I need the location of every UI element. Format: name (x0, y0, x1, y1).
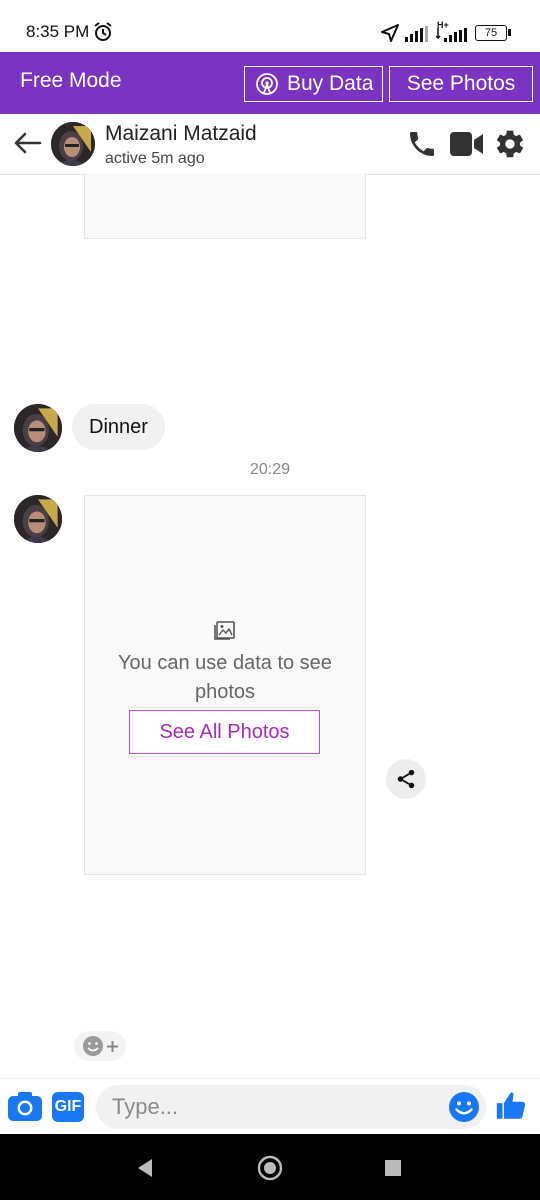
photo-placeholder-card[interactable] (84, 173, 366, 239)
contact-avatar[interactable] (51, 122, 95, 166)
signal-2-icon (435, 28, 468, 47)
status-bar: 8:35 PM H+ 75 (0, 0, 540, 52)
share-button[interactable] (386, 759, 426, 799)
sender-avatar[interactable] (14, 495, 62, 543)
message-timestamp: 20:29 (249, 461, 291, 478)
message-list: Dinner 20:29 You can use data to see pho… (0, 173, 540, 1078)
location-arrow-icon (380, 23, 400, 48)
chat-header: Maizani Matzaid active 5m ago (0, 114, 540, 175)
alarm-icon (93, 22, 113, 47)
see-photos-label: See Photos (406, 72, 516, 95)
system-navigation-bar (0, 1134, 540, 1200)
gif-button[interactable]: GIF (52, 1092, 84, 1122)
battery-icon: 75 (475, 25, 507, 41)
photo-data-notice: You can use data to see photos (118, 652, 332, 703)
battery-level: 75 (484, 27, 498, 39)
signal-1-icon (405, 26, 429, 47)
thumbs-up-icon[interactable] (494, 1088, 528, 1129)
settings-gear-icon[interactable] (494, 128, 526, 165)
image-placeholder-icon (213, 619, 237, 646)
contact-status: active 5m ago (105, 150, 205, 167)
see-all-photos-label: See All Photos (159, 720, 290, 743)
status-time: 8:35 PM (26, 22, 90, 41)
free-mode-banner: Free Mode Buy Data See Photos (0, 52, 540, 114)
share-icon (395, 768, 417, 790)
nav-recents-icon[interactable] (384, 1159, 402, 1182)
emoji-picker-icon[interactable] (448, 1091, 480, 1128)
nav-back-icon[interactable] (136, 1158, 154, 1183)
gif-label: GIF (54, 1098, 82, 1115)
buy-data-button[interactable]: Buy Data (244, 66, 383, 102)
battery-tip (508, 29, 511, 36)
photo-placeholder-card[interactable]: You can use data to see photos See All P… (84, 495, 366, 875)
broadcast-icon (255, 72, 279, 96)
see-photos-button[interactable]: See Photos (389, 66, 533, 102)
back-arrow-icon[interactable] (14, 132, 42, 159)
nav-home-icon[interactable] (257, 1155, 283, 1186)
message-input[interactable] (96, 1085, 486, 1129)
message-text: Dinner (89, 415, 148, 438)
camera-icon[interactable] (8, 1091, 42, 1126)
banner-title: Free Mode (20, 69, 122, 92)
message-composer: GIF (0, 1078, 540, 1135)
sender-avatar[interactable] (14, 404, 62, 452)
contact-name: Maizani Matzaid (105, 122, 257, 145)
buy-data-label: Buy Data (287, 72, 374, 95)
message-bubble[interactable]: Dinner (72, 404, 165, 450)
plus-icon (107, 1040, 118, 1052)
add-reaction-button[interactable] (74, 1031, 126, 1061)
video-call-icon[interactable] (450, 130, 484, 163)
emoji-face-icon (82, 1035, 104, 1057)
see-all-photos-button[interactable]: See All Photos (129, 710, 320, 754)
phone-call-icon[interactable] (406, 128, 438, 165)
